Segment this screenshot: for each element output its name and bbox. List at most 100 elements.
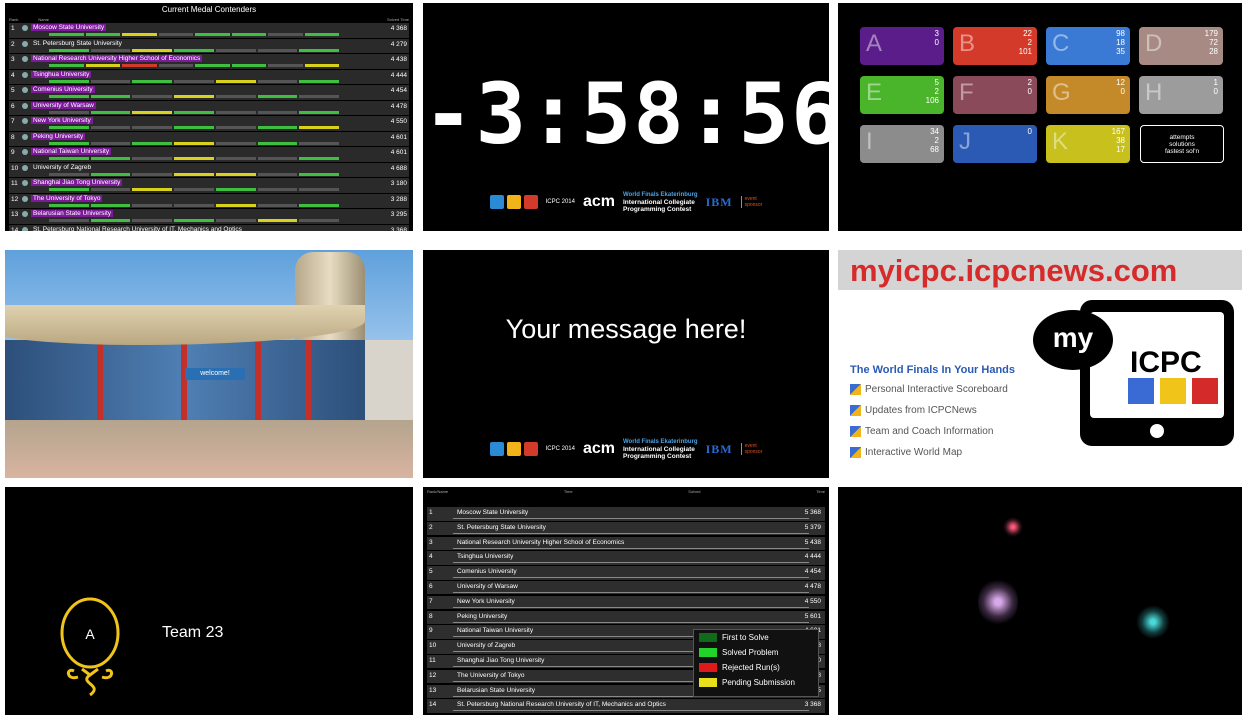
problem-stat: 167 (1111, 127, 1125, 136)
balloon-panel: A Team 23 (5, 487, 413, 715)
row-score: 5 379 (804, 523, 821, 531)
problem-status-cell (174, 172, 214, 176)
row-team-name: University of Zagreb (33, 163, 92, 171)
scoreboard-title: Current Medal Contenders (161, 5, 257, 14)
legend-swatch (699, 633, 717, 642)
row-team-name: National Taiwan University (457, 627, 534, 635)
problem-status-cell (174, 141, 214, 145)
problem-status-cell (231, 33, 266, 36)
sponsor-logos: ICPC 2014 acm World Finals Ekaterinburg … (423, 434, 829, 464)
problem-status-cell (132, 79, 173, 83)
row-score: 4 444 (804, 553, 821, 561)
problem-stat: 0 (1120, 87, 1125, 96)
scoreboard-row: 1 Moscow State University 4 368 (9, 23, 409, 38)
problem-status-bars (49, 172, 340, 176)
problem-box-f: F 20 (953, 76, 1037, 114)
contest-name: World Finals Ekaterinburg International … (623, 439, 698, 460)
balloon-icon: A (60, 597, 120, 697)
row-rank: 9 (429, 627, 433, 635)
row-score: 4 444 (390, 71, 407, 79)
row-rank: 4 (429, 553, 433, 561)
problem-status-cell (299, 203, 340, 207)
problem-box-i: I 34 2 68 (860, 125, 944, 163)
problem-status-cell (215, 48, 256, 52)
team-logo-icon (22, 71, 28, 78)
timeline-row: 7 New York University 4 550 (427, 595, 825, 610)
problem-stat: 0 (1213, 87, 1218, 96)
timeline-row: 14 St. Petersburg National Research Unive… (427, 699, 825, 713)
timeline-panel: Rank/Name Time Solved Time 1 Moscow State… (423, 487, 829, 715)
myicpc-url[interactable]: myicpc.icpcnews.com (850, 253, 1177, 289)
problem-status-cell (299, 126, 340, 129)
problem-stat: 68 (930, 145, 939, 154)
yellow-square-icon (1160, 378, 1186, 404)
row-team-name: Shanghai Jiao Tong University (31, 179, 123, 186)
red-square-icon (1192, 378, 1218, 404)
problem-status-bars (49, 188, 340, 191)
problem-status-cell (90, 188, 131, 191)
scoreboard-row: 12 The University of Tokyo 3 288 (9, 193, 409, 208)
problem-status-cell (122, 64, 157, 67)
header-name: Name (38, 17, 50, 22)
problem-status-cell (90, 157, 131, 160)
problem-status-cell (49, 157, 89, 160)
problem-status-cell (195, 64, 230, 67)
problem-status-cell (90, 203, 131, 207)
sponsor-line2: sponsor (744, 449, 763, 455)
row-team-name: Comenius University (31, 86, 95, 93)
sponsor-logos: ICPC 2014 acm World Finals Ekaterinburg … (423, 187, 829, 217)
feature-bullet-icon (850, 405, 861, 416)
myicpc-panel: myicpc.icpcnews.com my ICPC The World Fi… (838, 250, 1242, 478)
row-team-name: Belarusian State University (457, 686, 536, 694)
problem-stat: 0 (1027, 87, 1032, 96)
problem-status-cell (174, 110, 214, 114)
problem-box-d: D 179 72 28 (1139, 27, 1223, 65)
fireworks-panel (838, 487, 1242, 715)
problem-status-cell (90, 79, 131, 83)
problem-status-cell (215, 79, 256, 83)
row-rank: 5 (11, 87, 15, 94)
feature-bullet-icon (850, 447, 861, 458)
row-rank: 3 (11, 56, 15, 63)
row-score: 3 288 (390, 195, 407, 203)
problem-status-cell (257, 110, 298, 114)
problem-status-bars (49, 48, 340, 52)
problem-box-a: A 30 (860, 27, 944, 65)
problem-status-cell (49, 172, 89, 176)
plaza-steps (5, 420, 413, 478)
scoreboard-row: 2 St. Petersburg State University 4 279 (9, 38, 409, 53)
icpc-brand: ICPC (1130, 346, 1202, 379)
row-rank: 12 (11, 195, 19, 203)
problem-box-j: J0 (953, 125, 1037, 163)
row-score: 3 180 (390, 180, 407, 187)
problem-status-cell (174, 48, 214, 52)
problem-status-cell (49, 33, 84, 36)
scoreboard-row: 4 Tsinghua University 4 444 (9, 69, 409, 84)
problem-letter: J (959, 128, 971, 155)
contest-line2: Programming Contest (623, 205, 692, 213)
problem-status-cell (299, 79, 340, 83)
row-rank: 1 (429, 509, 433, 516)
team-logo-icon (22, 180, 28, 186)
legend-label: Pending Submission (722, 678, 795, 687)
problem-status-cell (299, 188, 340, 191)
row-rank: 8 (11, 133, 15, 141)
problem-status-cell (299, 95, 340, 98)
problem-status-cell (257, 126, 298, 129)
countdown-clock: -3:58:56 (423, 65, 829, 163)
balloon-letter: A (85, 626, 95, 642)
problem-status-cell (49, 79, 89, 83)
legend-item: Pending Submission (694, 675, 818, 690)
problem-status-cell (85, 64, 120, 67)
problem-stat: 28 (1209, 47, 1218, 56)
row-team-name: Peking University (457, 612, 508, 620)
problem-status-cell (257, 48, 298, 52)
problem-status-cell (257, 188, 298, 191)
icpc-year: ICPC 2014 (545, 445, 575, 452)
row-rank: 10 (429, 642, 437, 650)
row-team-name: National Research University Higher Scho… (31, 55, 203, 62)
problem-status-cell (49, 48, 89, 52)
problem-status-cell (49, 219, 89, 222)
row-team-name: Shanghai Jiao Tong University (457, 656, 545, 664)
problem-stat: 179 (1204, 29, 1218, 38)
